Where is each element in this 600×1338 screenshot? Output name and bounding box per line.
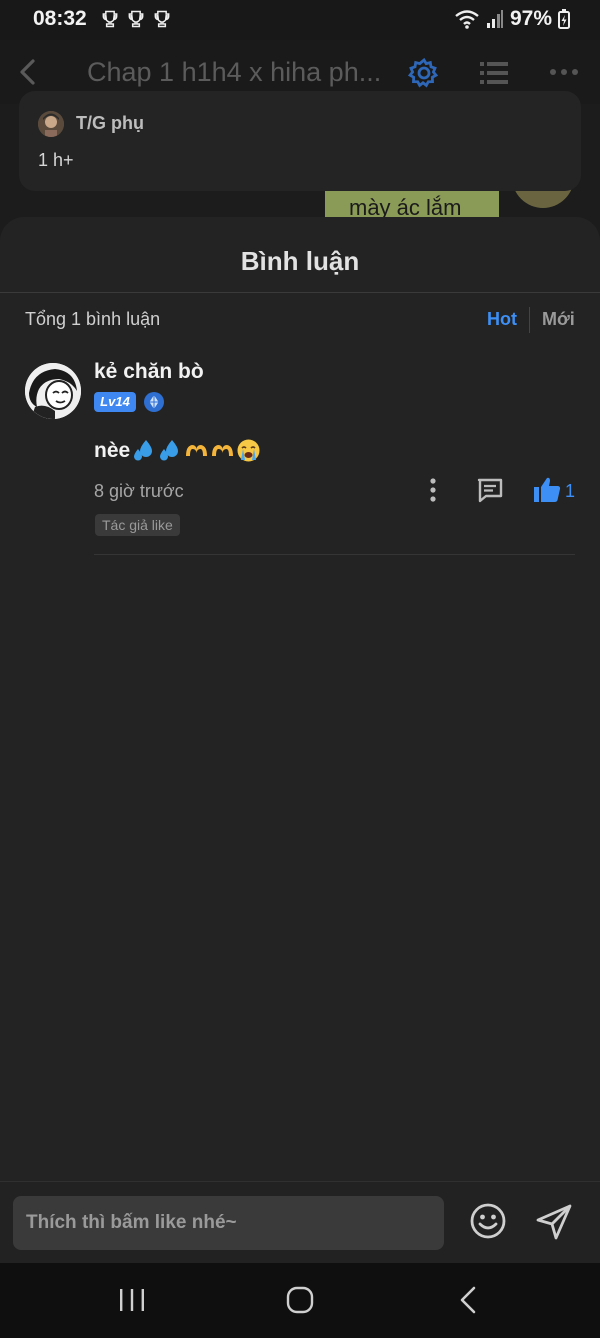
status-time: 08:32 — [33, 7, 87, 30]
list-icon[interactable] — [478, 58, 510, 88]
sort-hot-tab[interactable]: Hot — [487, 309, 517, 330]
notification-icons — [100, 9, 172, 29]
chapter-title: Chap 1 h1h4 x hiha ph... — [87, 57, 382, 87]
author-note-card: T/G phụ 1 h+ — [19, 91, 581, 191]
signal-icon — [486, 10, 503, 28]
comment-input-bar — [0, 1181, 600, 1264]
comment-divider — [94, 554, 575, 555]
sweat-droplets-emoji — [160, 440, 179, 461]
comment-text-body: nèe — [94, 438, 131, 462]
comment-count: Tổng 1 bình luận — [25, 309, 161, 329]
comment-more-icon[interactable] — [421, 475, 445, 505]
comment-time: 8 giờ trước — [94, 481, 184, 501]
comment-input[interactable] — [13, 1196, 444, 1250]
loudly-crying-face-emoji — [237, 439, 260, 462]
author-avatar — [38, 111, 64, 137]
nav-back-icon[interactable] — [457, 1285, 479, 1315]
author-liked-tag: Tác giả like — [95, 514, 180, 536]
recent-apps-icon[interactable] — [118, 1288, 146, 1312]
author-note-text: 1 h+ — [38, 150, 74, 170]
reply-icon[interactable] — [475, 475, 505, 505]
author-name: T/G phụ — [76, 113, 144, 133]
comment-input-container — [13, 1196, 444, 1250]
heart-hands-emoji — [186, 445, 208, 456]
send-icon[interactable] — [534, 1202, 574, 1242]
gear-icon[interactable] — [408, 57, 440, 89]
commenter-name[interactable]: kẻ chăn bò — [94, 360, 204, 384]
system-nav-bar — [0, 1263, 600, 1338]
comments-sheet: Bình luận Tổng 1 bình luận Hot Mới kẻ ch… — [0, 217, 600, 1338]
sheet-title: Bình luận — [240, 246, 360, 276]
divider — [0, 292, 600, 293]
sweat-droplets-emoji — [134, 440, 153, 461]
comment-text: nèe — [94, 438, 262, 463]
back-arrow-icon[interactable] — [12, 55, 44, 89]
status-bar: 08:32 97% — [0, 0, 600, 40]
home-icon[interactable] — [286, 1286, 314, 1314]
system-indicators: 97% — [454, 7, 570, 31]
like-thumb-icon[interactable] — [532, 475, 562, 505]
wifi-icon — [455, 10, 479, 29]
gem-badge-icon — [144, 392, 164, 412]
trophy-icon — [154, 10, 170, 28]
trophy-icon — [128, 10, 144, 28]
sort-separator — [529, 307, 530, 333]
more-dots-icon[interactable] — [548, 64, 580, 80]
level-badge: Lv14 — [94, 392, 136, 412]
commenter-avatar[interactable] — [25, 363, 81, 419]
heart-hands-emoji — [212, 445, 234, 456]
comment-emojis — [132, 438, 262, 463]
like-count: 1 — [565, 481, 576, 501]
sort-new-tab[interactable]: Mới — [542, 309, 575, 330]
battery-charging-icon — [558, 9, 570, 29]
trophy-icon — [102, 10, 118, 28]
emoji-icon[interactable] — [469, 1202, 507, 1240]
battery-percent: 97% — [509, 7, 552, 30]
